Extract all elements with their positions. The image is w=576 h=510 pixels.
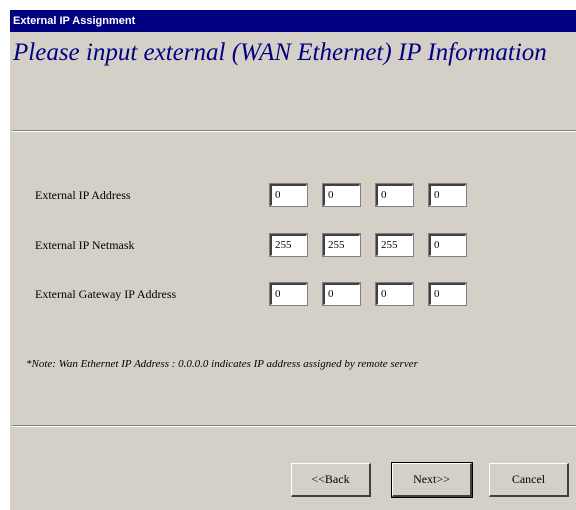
gateway-octet-4-input[interactable]: 0 bbox=[428, 282, 467, 306]
ip-settings-panel bbox=[12, 130, 576, 427]
external-ip-octet-1-input[interactable]: 0 bbox=[269, 183, 308, 207]
external-ip-netmask-label: External IP Netmask bbox=[35, 238, 135, 252]
wan-ip-note: *Note: Wan Ethernet IP Address : 0.0.0.0… bbox=[26, 358, 418, 370]
title-bar: External IP Assignment bbox=[10, 10, 576, 32]
cancel-button[interactable]: Cancel bbox=[489, 463, 569, 497]
netmask-octet-1-input[interactable]: 255 bbox=[269, 233, 308, 257]
gateway-octet-1-input[interactable]: 0 bbox=[269, 282, 308, 306]
wizard-window: External IP Assignment Please input exte… bbox=[9, 9, 576, 510]
external-ip-address-label: External IP Address bbox=[35, 188, 131, 202]
netmask-octet-2-input[interactable]: 255 bbox=[322, 233, 361, 257]
gateway-octet-2-input[interactable]: 0 bbox=[322, 282, 361, 306]
netmask-octet-4-input[interactable]: 0 bbox=[428, 233, 467, 257]
external-gateway-ip-label: External Gateway IP Address bbox=[35, 287, 177, 301]
page-heading: Please input external (WAN Ethernet) IP … bbox=[13, 39, 547, 66]
back-button[interactable]: <<Back bbox=[291, 463, 371, 497]
netmask-octet-3-input[interactable]: 255 bbox=[375, 233, 414, 257]
external-ip-octet-4-input[interactable]: 0 bbox=[428, 183, 467, 207]
next-button[interactable]: Next>> bbox=[391, 462, 473, 498]
external-ip-octet-2-input[interactable]: 0 bbox=[322, 183, 361, 207]
gateway-octet-3-input[interactable]: 0 bbox=[375, 282, 414, 306]
external-ip-octet-3-input[interactable]: 0 bbox=[375, 183, 414, 207]
